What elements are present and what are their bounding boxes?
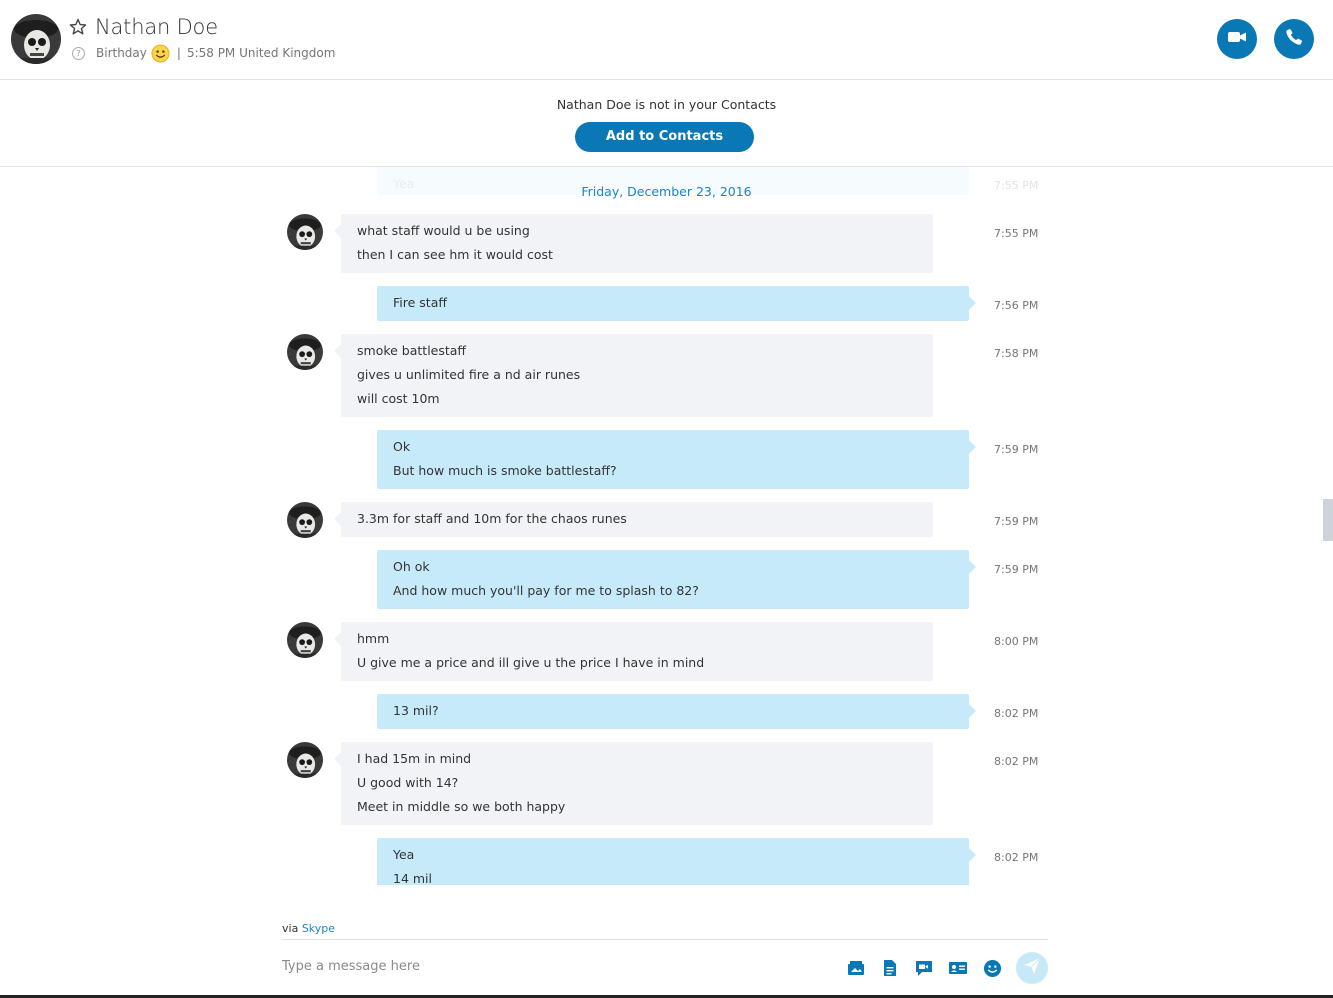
contact-card-icon[interactable] — [948, 958, 968, 978]
date-divider: Friday, December 23, 2016 — [581, 184, 752, 199]
status-row: ? Birthday | 5:58 PM United Kingdom — [72, 44, 335, 62]
send-button[interactable] — [1016, 952, 1048, 984]
chat-history[interactable]: Yea 7:55 PM Friday, December 23, 2016 wh… — [0, 167, 1333, 885]
message-time: 8:02 PM — [994, 755, 1039, 768]
via-label: via Skype — [282, 922, 335, 935]
message-time: 7:58 PM — [994, 347, 1039, 360]
message-line: 13 mil? — [393, 703, 439, 718]
message-line: And how much you'll pay for me to splash… — [393, 583, 699, 598]
media-gallery-icon[interactable] — [846, 958, 866, 978]
message-line: hmm — [357, 631, 390, 646]
message-line: U good with 14? — [357, 775, 459, 790]
outgoing-message[interactable]: 13 mil? — [377, 694, 976, 729]
message-time: 8:02 PM — [994, 707, 1039, 720]
local-time: 5:58 PM United Kingdom — [186, 46, 336, 60]
message-input[interactable] — [282, 952, 822, 980]
message-time: 8:02 PM — [994, 851, 1039, 864]
banner-message: Nathan Doe is not in your Contacts — [556, 97, 777, 112]
incoming-message[interactable]: hmm U give me a price and ill give u the … — [334, 622, 933, 681]
message-time: 8:00 PM — [994, 635, 1039, 648]
chat-scrollbar-thumb[interactable] — [1323, 499, 1333, 541]
conversation-header: Nathan Doe ? Birthday | 5:58 PM United K… — [0, 0, 1333, 80]
message-line: then I can see hm it would cost — [357, 247, 553, 262]
message-line: Fire staff — [393, 295, 447, 310]
sender-avatar[interactable] — [287, 502, 323, 538]
favorite-star-icon[interactable] — [68, 17, 88, 37]
message-line: Oh ok — [393, 559, 430, 574]
message-line: 3.3m for staff and 10m for the chaos run… — [357, 511, 627, 526]
outgoing-message[interactable]: Ok But how much is smoke battlestaff? — [377, 430, 976, 489]
message-line: smoke battlestaff — [357, 343, 467, 358]
sender-avatar[interactable] — [287, 334, 323, 370]
video-message-icon[interactable] — [914, 958, 934, 978]
message-line: I had 15m in mind — [357, 751, 472, 766]
sender-avatar[interactable] — [287, 214, 323, 250]
contact-name: Nathan Doe — [95, 15, 218, 39]
message-line: Ok — [393, 439, 411, 454]
incoming-message[interactable]: smoke battlestaff gives u unlimited fire … — [334, 334, 933, 417]
skype-link[interactable]: Skype — [302, 922, 335, 935]
message-line: Yea — [393, 847, 415, 862]
via-prefix: via — [282, 922, 299, 935]
video-call-button[interactable] — [1217, 19, 1257, 59]
outgoing-message[interactable]: Fire staff — [377, 286, 976, 321]
compose-divider — [282, 939, 1048, 940]
send-icon — [1023, 957, 1041, 979]
help-icon[interactable]: ? — [72, 46, 85, 60]
message-line: But how much is smoke battlestaff? — [393, 463, 617, 478]
message-line: will cost 10m — [357, 391, 440, 406]
status-separator: | — [176, 46, 181, 60]
outgoing-message[interactable]: Yea 14 mil — [377, 838, 976, 885]
message-line: 14 mil — [393, 871, 433, 885]
message-time: 7:59 PM — [994, 443, 1039, 456]
message-time: 7:59 PM — [994, 515, 1039, 528]
smiley-emoticon-icon — [151, 44, 170, 63]
message-line: what staff would u be using — [357, 223, 530, 238]
file-icon[interactable] — [880, 958, 900, 978]
incoming-message[interactable]: what staff would u be using then I can se… — [334, 214, 933, 273]
message-time: 7:56 PM — [994, 299, 1039, 312]
message-line: U give me a price and ill give u the pri… — [357, 655, 705, 670]
message-time: 7:55 PM — [994, 227, 1039, 240]
message-line: gives u unlimited fire a nd air runes — [357, 367, 581, 382]
add-to-contacts-button[interactable]: Add to Contacts — [575, 122, 754, 152]
sender-avatar[interactable] — [287, 622, 323, 658]
mood-message: Birthday — [96, 46, 147, 60]
incoming-message[interactable]: 3.3m for staff and 10m for the chaos run… — [334, 502, 933, 537]
video-camera-icon — [1226, 26, 1248, 52]
not-in-contacts-banner: Nathan Doe is not in your Contacts Add t… — [0, 80, 1333, 167]
phone-icon — [1283, 26, 1305, 52]
sender-avatar[interactable] — [287, 742, 323, 778]
message-time: 7:59 PM — [994, 563, 1039, 576]
audio-call-button[interactable] — [1274, 19, 1314, 59]
emoticon-icon[interactable] — [982, 958, 1002, 978]
message-line: Meet in middle so we both happy — [357, 799, 566, 814]
incoming-message[interactable]: I had 15m in mind U good with 14? Meet in … — [334, 742, 933, 825]
contact-avatar[interactable] — [11, 14, 61, 64]
outgoing-message[interactable]: Oh ok And how much you'll pay for me to s… — [377, 550, 976, 609]
